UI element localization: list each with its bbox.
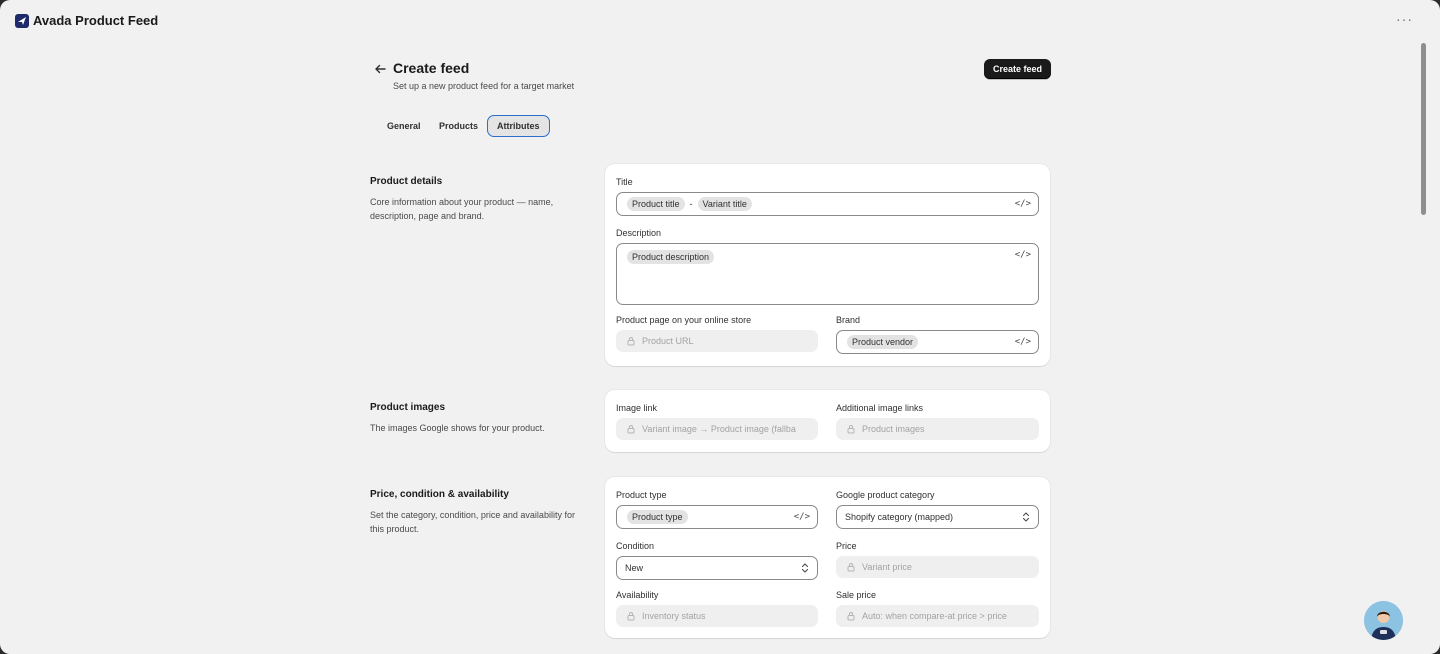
sale-price-label: Sale price [836,590,877,600]
availability-value: Inventory status [642,611,706,621]
section-desc-pricing: Set the category, condition, price and a… [370,510,575,534]
code-icon[interactable]: </> [1015,199,1031,209]
code-icon[interactable]: </> [1015,250,1031,260]
condition-label: Condition [616,541,655,551]
google-category-select[interactable]: Shopify category (mapped) [836,505,1039,529]
sale-price-value: Auto: when compare-at price > price [862,611,1007,621]
availability-field: Inventory status [616,605,818,627]
support-avatar-icon [1364,601,1403,640]
app-title: Avada Product Feed [33,13,159,28]
app-logo-icon [15,14,29,28]
sale-price-field: Auto: when compare-at price > price [836,605,1039,627]
condition-select[interactable]: New [616,556,818,580]
chip-product-vendor[interactable]: Product vendor [847,335,919,349]
product-page-field: Product URL [616,330,818,352]
back-arrow-icon[interactable] [373,62,387,76]
app-window: Avada Product Feed ··· Create feed Set u… [0,0,1440,654]
availability-label: Availability [616,590,659,600]
section-desc-product-images: The images Google shows for your product… [370,423,545,433]
additional-image-links-label: Additional image links [836,403,924,413]
description-label: Description [616,228,662,238]
app-bar: Avada Product Feed ··· [0,0,1440,44]
additional-image-links-value: Product images [862,424,925,434]
lock-icon [847,425,855,434]
tab-general[interactable]: General [378,115,430,137]
lock-icon [627,612,635,621]
product-page-label: Product page on your online store [616,315,752,325]
lock-icon [847,563,855,572]
title-label: Title [616,177,633,187]
section-title-product-details: Product details [370,176,443,187]
image-link-label: Image link [616,403,658,413]
brand-input[interactable]: Product vendor </> [836,330,1039,354]
image-link-value: Variant image → Product image (fallba [642,424,796,434]
pricing-card: Product type Product type </> Google pro… [605,477,1050,638]
chip-variant-title[interactable]: Variant title [697,197,752,211]
code-icon[interactable]: </> [1015,337,1031,347]
chip-product-type[interactable]: Product type [627,510,688,524]
scrollbar-thumb[interactable] [1421,43,1426,215]
chip-product-description[interactable]: Product description [627,250,715,264]
google-category-value: Shopify category (mapped) [845,512,954,522]
price-label: Price [836,541,857,551]
chip-product-title[interactable]: Product title [627,197,685,211]
title-input[interactable]: Product title - Variant title </> [616,192,1039,216]
code-icon[interactable]: </> [794,512,810,522]
product-type-input[interactable]: Product type </> [616,505,818,529]
select-chevron-icon [801,563,809,573]
tab-attributes[interactable]: Attributes [487,115,550,137]
lock-icon [627,425,635,434]
product-details-card: Title Product title - Variant title </> … [605,164,1050,366]
select-chevron-icon [1022,512,1030,522]
condition-value: New [625,563,644,573]
brand-label: Brand [836,315,861,325]
price-field: Variant price [836,556,1039,578]
image-link-field: Variant image → Product image (fallba [616,418,818,440]
section-desc-product-details: Core information about your product — na… [370,197,554,221]
page-title: Create feed [393,60,470,76]
product-images-card: Image link Variant image → Product image… [605,390,1050,452]
product-page-value: Product URL [642,336,694,346]
section-title-pricing: Price, condition & availability [370,489,509,500]
description-input[interactable]: Product description </> [616,243,1039,305]
lock-icon [627,337,635,346]
lock-icon [847,612,855,621]
product-type-label: Product type [616,490,667,500]
additional-image-links-field: Product images [836,418,1039,440]
tab-products[interactable]: Products [430,115,487,137]
page-subtitle: Set up a new product feed for a target m… [393,81,575,91]
create-feed-button[interactable]: Create feed [984,59,1051,79]
title-separator: - [689,199,693,209]
google-category-label: Google product category [836,490,935,500]
price-value: Variant price [862,562,912,572]
support-chat-avatar[interactable] [1364,601,1403,640]
more-options-icon[interactable]: ··· [1396,12,1412,30]
section-title-product-images: Product images [370,402,446,413]
